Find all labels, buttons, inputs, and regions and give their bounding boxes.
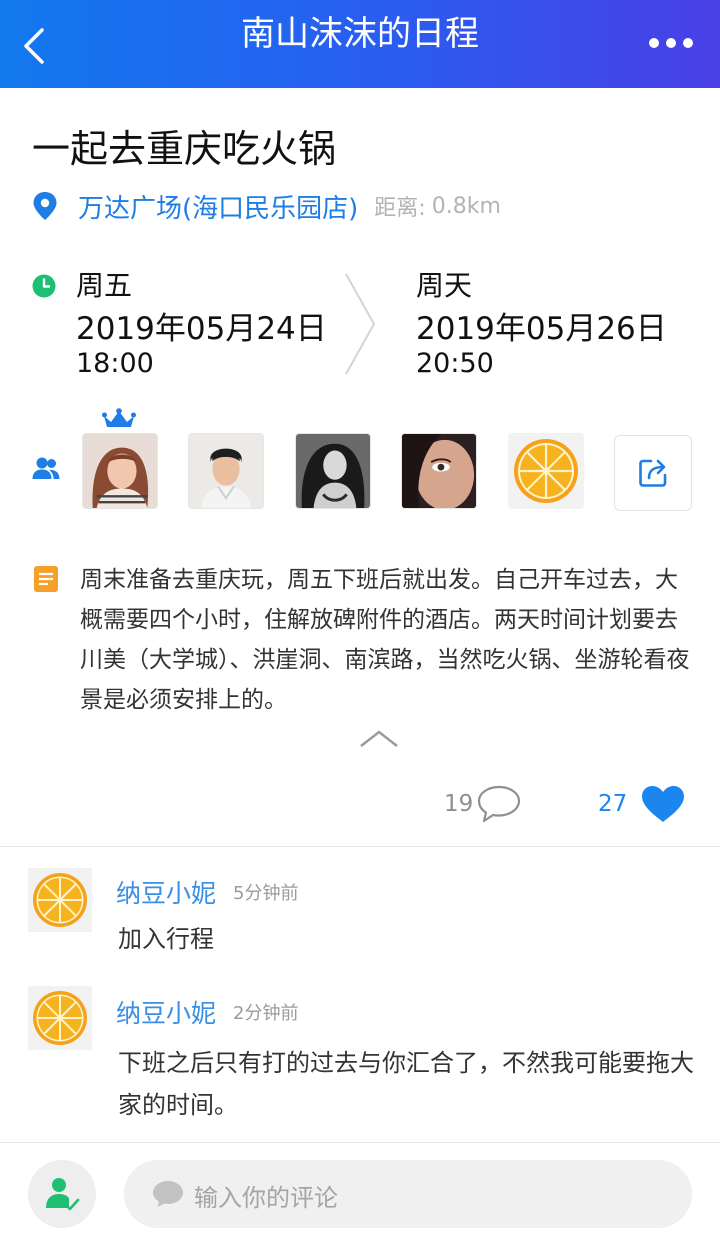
comment-text: 加入行程 bbox=[118, 925, 214, 953]
event-description: 周末准备去重庆玩，周五下班后就出发。自己开车过去，大概需要四个小时，住解放碑附件… bbox=[80, 567, 690, 713]
divider bbox=[0, 1142, 720, 1143]
chevron-up-icon[interactable] bbox=[358, 728, 400, 750]
top-navbar: 南山沫沫的日程 bbox=[0, 0, 720, 88]
comment-time: 5分钟前 bbox=[233, 883, 299, 904]
avatar-orange[interactable] bbox=[508, 433, 584, 509]
comment-author[interactable]: 纳豆小妮 bbox=[116, 874, 216, 910]
like-count: 27 bbox=[598, 791, 628, 817]
bottom-bar: 输入你的评论 bbox=[0, 1144, 720, 1246]
comment-avatar[interactable] bbox=[28, 868, 92, 932]
location-name[interactable]: 万达广场(海口民乐园店) bbox=[78, 188, 358, 225]
start-day: 周五 bbox=[76, 269, 133, 302]
range-arrow-icon bbox=[345, 273, 376, 375]
chat-icon bbox=[153, 1181, 183, 1207]
avatar-woman-1[interactable] bbox=[82, 433, 158, 509]
comment-avatar[interactable] bbox=[28, 986, 92, 1050]
end-time: 20:50 bbox=[416, 348, 494, 379]
distance-label: 距离: bbox=[374, 196, 426, 221]
share-icon bbox=[639, 459, 667, 487]
end-date: 2019年05月26日 bbox=[416, 311, 667, 347]
location-row[interactable]: 万达广场(海口民乐园店) 距离: 0.8km bbox=[32, 186, 501, 226]
avatar-man[interactable] bbox=[188, 433, 264, 509]
distance-value: 0.8km bbox=[431, 193, 501, 219]
comment-input[interactable]: 输入你的评论 bbox=[124, 1160, 692, 1228]
start-date: 2019年05月24日 bbox=[76, 311, 327, 347]
people-icon bbox=[32, 457, 60, 479]
comment-author[interactable]: 纳豆小妮 bbox=[116, 994, 216, 1030]
location-pin-icon bbox=[33, 192, 57, 220]
note-icon bbox=[34, 566, 58, 592]
heart-icon[interactable] bbox=[640, 784, 686, 824]
join-button[interactable] bbox=[28, 1160, 96, 1228]
start-time: 18:00 bbox=[76, 348, 154, 379]
event-title: 一起去重庆吃火锅 bbox=[32, 127, 337, 171]
more-dots-icon[interactable] bbox=[648, 36, 694, 50]
comment-bubble-icon[interactable] bbox=[476, 784, 522, 824]
comment-text: 下班之后只有打的过去与你汇合了，不然我可能要拖大家的时间。 bbox=[118, 1049, 694, 1119]
user-check-icon bbox=[46, 1178, 80, 1211]
comment-time: 2分钟前 bbox=[233, 1003, 299, 1024]
comment-count: 19 bbox=[444, 791, 474, 817]
crown-icon bbox=[102, 408, 136, 427]
share-button[interactable] bbox=[614, 435, 692, 511]
comment-input-placeholder: 输入你的评论 bbox=[194, 1184, 338, 1212]
divider bbox=[0, 846, 720, 847]
end-day: 周天 bbox=[416, 269, 473, 302]
clock-icon bbox=[32, 274, 56, 298]
avatar-woman-3[interactable] bbox=[401, 433, 477, 509]
avatar-woman-2[interactable] bbox=[295, 433, 371, 509]
page-title: 南山沫沫的日程 bbox=[241, 14, 479, 54]
